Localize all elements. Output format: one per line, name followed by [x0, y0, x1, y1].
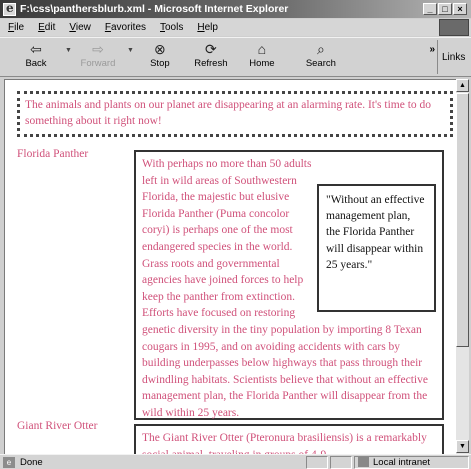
status-bar: e Done Local intranet	[0, 454, 471, 469]
maximize-button[interactable]: □	[438, 3, 452, 15]
back-button[interactable]: ⇦ Back	[14, 41, 58, 69]
menu-help[interactable]: Help	[197, 22, 218, 33]
animal-description-giant-river-otter: The Giant River Otter (Pteronura brasili…	[134, 424, 444, 454]
home-icon: ⌂	[257, 41, 267, 57]
forward-arrow-icon: ⇨	[92, 41, 104, 57]
pull-quote: "Without an effective management plan, t…	[317, 184, 436, 312]
ie-logo-icon	[3, 1, 16, 16]
intro-box: The animals and plants on our planet are…	[17, 91, 453, 137]
stop-button[interactable]: ⊗ Stop	[138, 41, 182, 69]
page-done-icon: e	[3, 456, 15, 468]
menu-file[interactable]: File	[8, 22, 24, 33]
search-button[interactable]: ⌕ Search	[299, 41, 343, 69]
menu-favorites[interactable]: Favorites	[105, 22, 146, 33]
links-button[interactable]: Links	[437, 40, 469, 74]
refresh-button[interactable]: ⟳ Refresh	[189, 41, 233, 69]
animal-text-giant-river-otter: The Giant River Otter (Pteronura brasili…	[142, 432, 427, 454]
menu-tools[interactable]: Tools	[160, 22, 183, 33]
menu-edit[interactable]: Edit	[38, 22, 55, 33]
back-arrow-icon: ⇦	[30, 41, 42, 57]
search-label: Search	[305, 58, 336, 69]
stop-label: Stop	[150, 58, 170, 69]
scroll-thumb[interactable]	[456, 93, 469, 347]
animal-name-florida-panther: Florida Panther	[17, 148, 89, 160]
refresh-label: Refresh	[194, 58, 228, 69]
close-button[interactable]: ×	[453, 3, 467, 15]
menu-bar: File Edit View Favorites Tools Help	[0, 19, 471, 36]
page-viewport: The animals and plants on our planet are…	[4, 79, 456, 454]
vertical-scrollbar[interactable]: ▲ ▼	[456, 79, 469, 454]
window-title: F:\css\panthersblurb.xml - Microsoft Int…	[20, 3, 289, 15]
windows-logo-icon	[439, 19, 469, 36]
forward-button[interactable]: ⇨ Forward	[76, 41, 120, 69]
search-icon: ⌕	[316, 41, 325, 57]
home-label: Home	[249, 58, 275, 69]
forward-dropdown-icon[interactable]: ▼	[127, 47, 134, 54]
security-zone: Local intranet	[354, 455, 469, 469]
scroll-up-icon[interactable]: ▲	[456, 79, 469, 92]
refresh-icon: ⟳	[205, 41, 217, 57]
home-button[interactable]: ⌂ Home	[240, 41, 284, 69]
status-segment	[306, 455, 328, 469]
title-bar: F:\css\panthersblurb.xml - Microsoft Int…	[0, 0, 471, 18]
status-text: Done	[20, 456, 43, 468]
animal-name-giant-river-otter: Giant River Otter	[17, 420, 98, 432]
forward-label: Forward	[80, 58, 116, 69]
back-dropdown-icon[interactable]: ▼	[65, 47, 72, 54]
animal-description-florida-panther: "Without an effective management plan, t…	[134, 150, 444, 420]
zone-label: Local intranet	[373, 456, 431, 468]
stop-icon: ⊗	[154, 41, 166, 57]
scroll-down-icon[interactable]: ▼	[456, 440, 469, 453]
minimize-button[interactable]: _	[423, 3, 437, 15]
back-label: Back	[25, 58, 47, 69]
toolbar-more-chevron[interactable]: »	[429, 44, 435, 55]
intranet-icon	[358, 457, 369, 467]
status-segment	[330, 455, 352, 469]
toolbar: ⇦ Back ▼ ⇨ Forward ▼ ⊗ Stop ⟳ Refresh ⌂ …	[0, 37, 471, 77]
menu-view[interactable]: View	[69, 22, 91, 33]
